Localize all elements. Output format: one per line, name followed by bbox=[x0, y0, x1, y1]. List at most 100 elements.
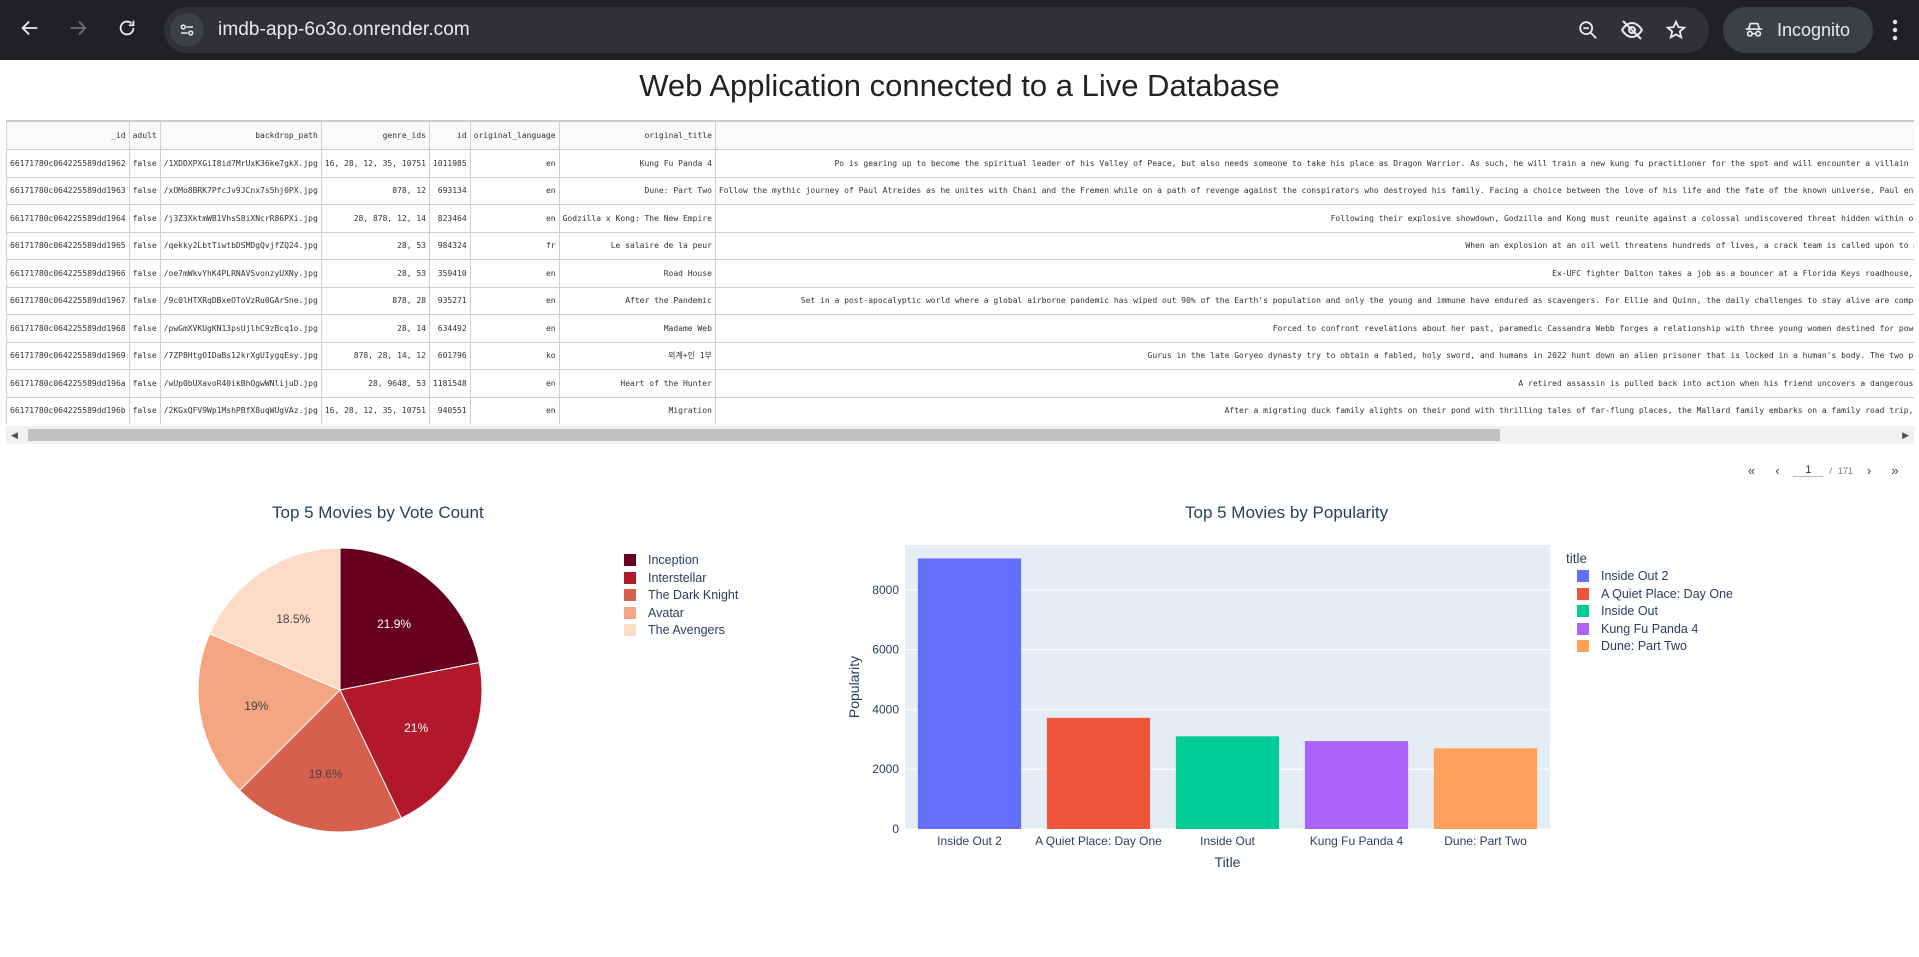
incognito-badge[interactable]: Incognito bbox=[1723, 7, 1873, 53]
table-cell[interactable]: A retired assassin is pulled back into a… bbox=[714, 369, 1914, 398]
table-cell[interactable]: 16, 28, 12, 35, 10751 bbox=[320, 396, 430, 424]
table-cell[interactable]: Dune: Part Two bbox=[558, 176, 716, 205]
bar-legend-item[interactable]: A Quiet Place: Day One bbox=[1577, 587, 1733, 601]
prev-page-button[interactable]: ‹ bbox=[1767, 463, 1787, 478]
eye-off-icon[interactable] bbox=[1619, 17, 1645, 43]
column-header[interactable]: id bbox=[428, 121, 471, 150]
column-header[interactable]: original_language bbox=[469, 121, 560, 150]
table-row[interactable]: 66171780c064225589dd1963 false/xOMo8BRK7P… bbox=[6, 176, 1914, 205]
menu-dots-icon[interactable] bbox=[1880, 14, 1910, 46]
table-cell[interactable]: 66171780c064225589dd1962 bbox=[6, 149, 130, 178]
table-cell[interactable]: After a migrating duck family alights on… bbox=[714, 396, 1914, 424]
table-cell[interactable]: 984324 bbox=[428, 231, 471, 260]
scroll-right-icon[interactable]: ▶ bbox=[1902, 430, 1909, 441]
table-cell[interactable]: false bbox=[128, 369, 161, 398]
table-cell[interactable]: 66171780c064225589dd1963 bbox=[6, 176, 130, 205]
table-cell[interactable]: en bbox=[469, 204, 560, 233]
table-cell[interactable]: Gurus in the late Goryeo dynasty try to … bbox=[714, 341, 1914, 370]
bar-legend-item[interactable]: Kung Fu Panda 4 bbox=[1577, 622, 1698, 636]
table-cell[interactable]: /qekky2LbtTiwtbDSMDgQvjfZQ24.jpg bbox=[159, 231, 322, 260]
table-cell[interactable]: Heart of the Hunter bbox=[558, 369, 716, 398]
table-cell[interactable]: false bbox=[128, 286, 161, 315]
column-header[interactable]: backdrop_path bbox=[159, 121, 322, 150]
url-text[interactable]: imdb-app-6o3o.onrender.com bbox=[218, 19, 470, 41]
reload-icon[interactable] bbox=[107, 8, 147, 48]
bar[interactable] bbox=[917, 558, 1022, 829]
bar[interactable] bbox=[1046, 717, 1151, 829]
table-cell[interactable]: false bbox=[128, 204, 161, 233]
table-row[interactable]: 66171780c064225589dd1964 false/j3Z3XktmWB… bbox=[6, 204, 1914, 233]
bar-legend-item[interactable]: Dune: Part Two bbox=[1577, 639, 1687, 653]
table-cell[interactable]: 66171780c064225589dd1965 bbox=[6, 231, 130, 260]
table-row[interactable]: 66171780c064225589dd1962 false/1XDDXPXGiI… bbox=[6, 149, 1914, 178]
pie-legend-item[interactable]: Inception bbox=[624, 553, 699, 567]
table-cell[interactable]: 66171780c064225589dd1969 bbox=[6, 341, 130, 370]
table-cell[interactable]: Le salaire de la peur bbox=[558, 231, 716, 260]
scroll-left-icon[interactable]: ◀ bbox=[11, 430, 18, 441]
table-cell[interactable]: 66171780c064225589dd1966 bbox=[6, 259, 130, 288]
table-cell[interactable]: 28, 878, 12, 14 bbox=[320, 204, 430, 233]
table-cell[interactable]: 935271 bbox=[428, 286, 471, 315]
table-cell[interactable]: 28, 14 bbox=[320, 314, 430, 343]
table-cell[interactable]: When an explosion at an oil well threate… bbox=[714, 231, 1914, 260]
next-page-button[interactable]: › bbox=[1859, 463, 1879, 478]
table-row[interactable]: 66171780c064225589dd1968 false/pwGmXVKUgK… bbox=[6, 314, 1914, 343]
table-row[interactable]: 66171780c064225589dd1965 false/qekky2LbtT… bbox=[6, 231, 1914, 260]
data-table-container[interactable]: _id adult backdrop_path genre_ids id original… bbox=[6, 120, 1914, 424]
first-page-button[interactable]: « bbox=[1741, 463, 1761, 478]
table-cell[interactable]: en bbox=[469, 149, 560, 178]
table-cell[interactable]: Set in a post-apocalyptic world where a … bbox=[714, 286, 1914, 315]
back-icon[interactable] bbox=[10, 8, 50, 48]
table-cell[interactable]: en bbox=[469, 259, 560, 288]
bar-legend-item[interactable]: Inside Out bbox=[1577, 604, 1658, 618]
table-row[interactable]: 66171780c064225589dd1966 false/oe7mWkvYhK… bbox=[6, 259, 1914, 288]
address-bar[interactable]: imdb-app-6o3o.onrender.com bbox=[164, 7, 1709, 53]
table-cell[interactable]: Forced to confront revelations about her… bbox=[714, 314, 1914, 343]
bar[interactable] bbox=[1304, 741, 1409, 829]
bar[interactable] bbox=[1175, 736, 1280, 829]
table-cell[interactable]: 359410 bbox=[428, 259, 471, 288]
table-cell[interactable]: false bbox=[128, 231, 161, 260]
table-cell[interactable]: Po is gearing up to become the spiritual… bbox=[714, 149, 1914, 178]
table-cell[interactable]: 878, 28, 14, 12 bbox=[320, 341, 430, 370]
table-cell[interactable]: /1XDDXPXGiI8id7MrUxK36ke7gkX.jpg bbox=[159, 149, 322, 178]
column-header[interactable]: adult bbox=[128, 121, 161, 150]
table-cell[interactable]: 1181548 bbox=[428, 369, 471, 398]
site-info-icon[interactable] bbox=[170, 13, 204, 47]
table-cell[interactable]: 66171780c064225589dd196a bbox=[6, 369, 130, 398]
table-cell[interactable]: false bbox=[128, 341, 161, 370]
forward-icon[interactable] bbox=[58, 8, 98, 48]
table-cell[interactable]: 66171780c064225589dd1967 bbox=[6, 286, 130, 315]
bar[interactable] bbox=[1433, 748, 1538, 829]
horizontal-scrollbar[interactable]: ◀ ▶ bbox=[6, 426, 1914, 444]
table-cell[interactable]: /xOMo8BRK7PfcJv9JCnx7s5hj0PX.jpg bbox=[159, 176, 322, 205]
table-cell[interactable]: en bbox=[469, 286, 560, 315]
table-cell[interactable]: Ex-UFC fighter Dalton takes a job as a b… bbox=[714, 259, 1914, 288]
table-cell[interactable]: Godzilla x Kong: The New Empire bbox=[558, 204, 716, 233]
table-cell[interactable]: /pwGmXVKUgKN13psUjlhC9zBcq1o.jpg bbox=[159, 314, 322, 343]
table-cell[interactable]: Madame Web bbox=[558, 314, 716, 343]
table-cell[interactable]: 1011985 bbox=[428, 149, 471, 178]
table-cell[interactable]: /7ZP8HtgOIDaBs12krXgUIygqEsy.jpg bbox=[159, 341, 322, 370]
column-header[interactable]: original_title bbox=[558, 121, 716, 150]
table-cell[interactable]: false bbox=[128, 396, 161, 424]
table-cell[interactable]: 878, 12 bbox=[320, 176, 430, 205]
table-cell[interactable]: 28, 53 bbox=[320, 231, 430, 260]
table-cell[interactable]: 878, 28 bbox=[320, 286, 430, 315]
column-header[interactable]: _id bbox=[6, 121, 130, 150]
table-cell[interactable]: false bbox=[128, 149, 161, 178]
pie-legend-item[interactable]: Avatar bbox=[624, 606, 684, 620]
table-cell[interactable]: /oe7mWkvYhK4PLRNAVSvonzyUXNy.jpg bbox=[159, 259, 322, 288]
table-cell[interactable]: 16, 28, 12, 35, 10751 bbox=[320, 149, 430, 178]
table-cell[interactable]: Migration bbox=[558, 396, 716, 424]
table-cell[interactable]: ko bbox=[469, 341, 560, 370]
table-cell[interactable]: 634492 bbox=[428, 314, 471, 343]
column-header[interactable]: genre_ids bbox=[320, 121, 430, 150]
table-cell[interactable]: Road House bbox=[558, 259, 716, 288]
table-cell[interactable]: 66171780c064225589dd1964 bbox=[6, 204, 130, 233]
table-cell[interactable]: 외계+인 1부 bbox=[558, 341, 716, 370]
table-cell[interactable]: 66171780c064225589dd196b bbox=[6, 396, 130, 424]
table-cell[interactable]: 28, 53 bbox=[320, 259, 430, 288]
scrollbar-thumb[interactable] bbox=[28, 429, 1500, 441]
last-page-button[interactable]: » bbox=[1885, 463, 1905, 478]
